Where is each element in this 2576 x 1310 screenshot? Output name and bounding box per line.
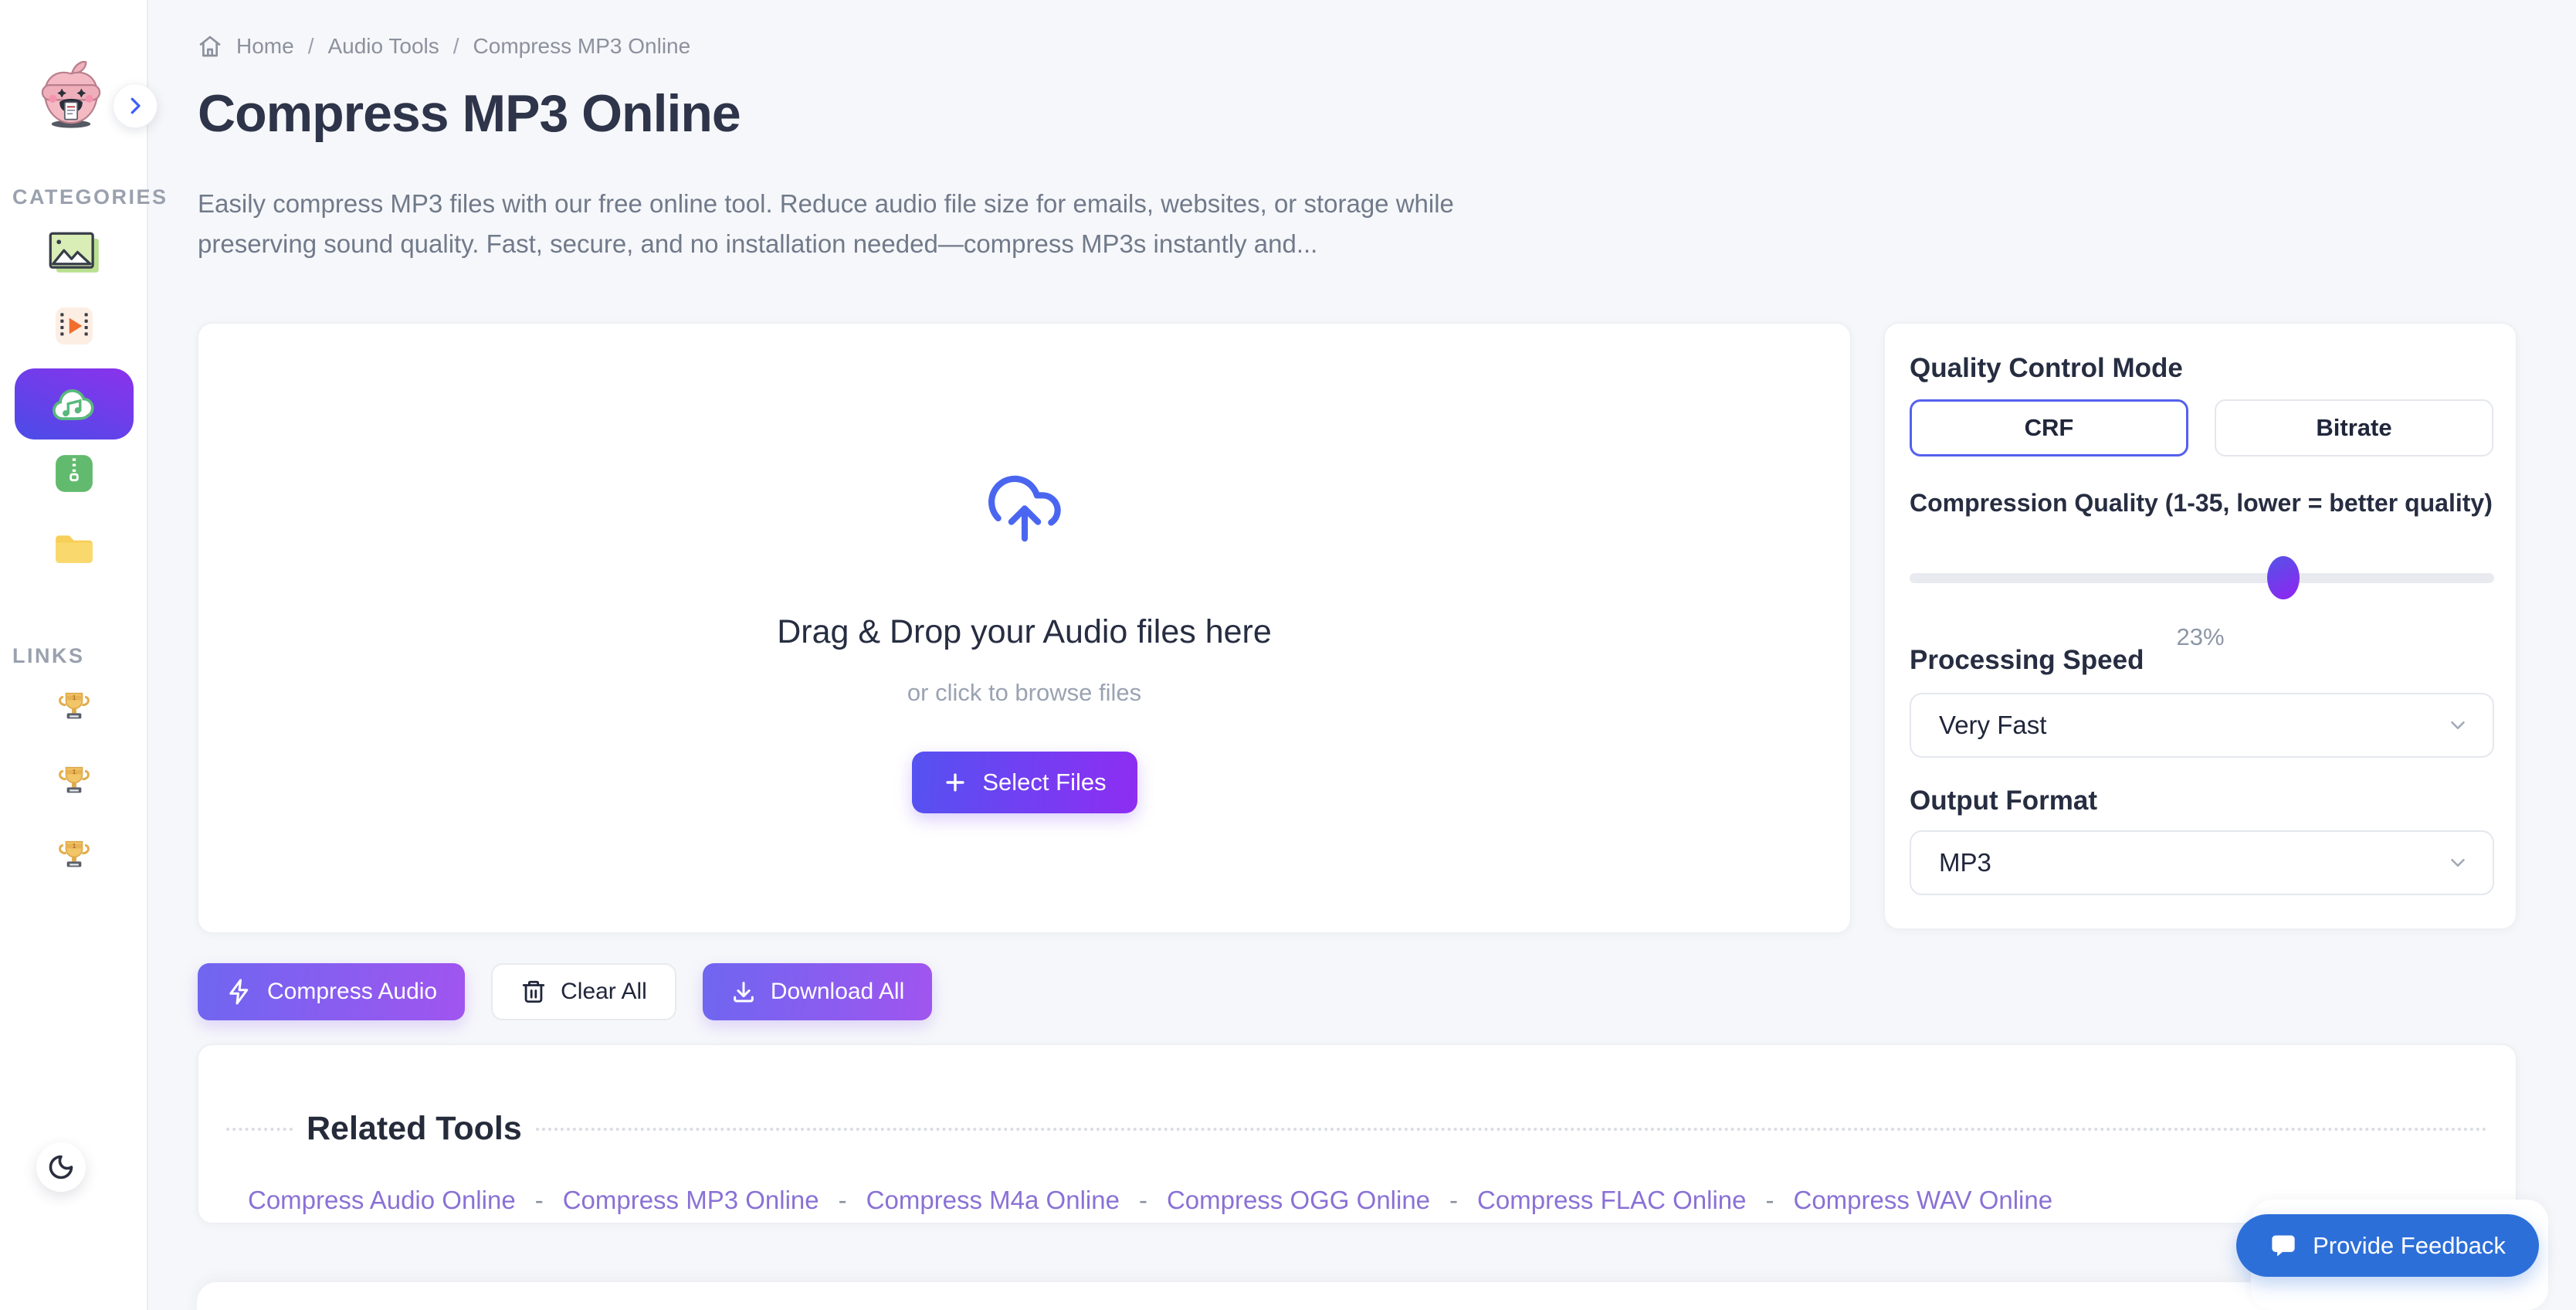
main-content: Home / Audio Tools / Compress MP3 Online… xyxy=(150,0,2576,1310)
select-files-button[interactable]: Select Files xyxy=(912,752,1137,813)
compression-quality-label: Compression Quality (1-35, lower = bette… xyxy=(1910,489,2493,518)
archive-icon xyxy=(55,454,93,493)
compression-quality-slider[interactable] xyxy=(1910,556,2494,599)
sidebar-item-archive-tools[interactable] xyxy=(0,454,148,493)
breadcrumb-separator: / xyxy=(308,34,314,59)
video-icon xyxy=(55,307,93,345)
chevron-down-icon xyxy=(2446,851,2469,874)
link-separator: - xyxy=(839,1186,847,1215)
sidebar-link-3[interactable]: 1 xyxy=(0,839,148,870)
breadcrumb-home[interactable]: Home xyxy=(236,34,294,59)
related-link-compress-ogg[interactable]: Compress OGG Online xyxy=(1167,1186,1430,1215)
related-tools-heading: Related Tools xyxy=(307,1110,522,1148)
select-files-label: Select Files xyxy=(982,769,1106,796)
divider xyxy=(536,1128,2488,1131)
download-all-label: Download All xyxy=(771,979,904,1005)
quality-mode-segmented-control: CRF Bitrate xyxy=(1910,399,2494,456)
processing-speed-select[interactable]: Very Fast xyxy=(1910,693,2494,758)
dark-mode-toggle[interactable] xyxy=(36,1142,86,1192)
related-tools-links: Compress Audio Online - Compress MP3 Onl… xyxy=(248,1186,2052,1215)
breadcrumb-audio-tools[interactable]: Audio Tools xyxy=(327,34,439,59)
related-link-compress-mp3[interactable]: Compress MP3 Online xyxy=(563,1186,819,1215)
download-icon xyxy=(730,979,757,1005)
bitrate-mode-button[interactable]: Bitrate xyxy=(2215,399,2493,456)
trophy-icon: 1 xyxy=(58,839,90,870)
processing-speed-value: Very Fast xyxy=(1939,711,2046,740)
cloud-upload-icon xyxy=(979,469,1070,548)
svg-text:1: 1 xyxy=(73,843,76,850)
related-link-compress-flac[interactable]: Compress FLAC Online xyxy=(1477,1186,1746,1215)
sidebar-link-2[interactable]: 1 xyxy=(0,765,148,796)
sidebar-item-video-tools[interactable] xyxy=(0,307,148,345)
chevron-down-icon xyxy=(2446,714,2469,737)
sidebar-item-file-tools[interactable] xyxy=(0,531,148,565)
links-label: LINKS xyxy=(12,644,167,668)
svg-text:1: 1 xyxy=(73,694,76,701)
quality-control-mode-label: Quality Control Mode xyxy=(1910,353,2183,384)
crf-mode-button[interactable]: CRF xyxy=(1910,399,2188,456)
trash-icon xyxy=(520,979,547,1005)
provide-feedback-label: Provide Feedback xyxy=(2313,1232,2506,1260)
link-separator: - xyxy=(535,1186,544,1215)
download-all-button[interactable]: Download All xyxy=(703,963,932,1020)
breadcrumb-current: Compress MP3 Online xyxy=(473,34,691,59)
page-description: Easily compress MP3 files with our free … xyxy=(198,184,1456,264)
trophy-icon: 1 xyxy=(58,691,90,721)
folder-icon xyxy=(53,531,95,565)
chevron-right-icon xyxy=(124,94,147,117)
sidebar: CATEGORIES xyxy=(0,0,148,1310)
provide-feedback-button[interactable]: Provide Feedback xyxy=(2236,1214,2539,1277)
dropzone-subtitle: or click to browse files xyxy=(907,679,1141,707)
action-bar: Compress Audio Clear All Download All xyxy=(198,963,932,1020)
dropzone-card[interactable]: Drag & Drop your Audio files here or cli… xyxy=(197,322,1852,934)
home-icon xyxy=(198,34,222,59)
audio-cloud-icon xyxy=(50,386,98,423)
related-link-compress-wav[interactable]: Compress WAV Online xyxy=(1794,1186,2053,1215)
processing-speed-label: Processing Speed xyxy=(1910,645,2144,676)
categories-label: CATEGORIES xyxy=(12,185,167,209)
divider xyxy=(226,1128,293,1131)
plus-icon xyxy=(942,769,968,796)
lightning-icon xyxy=(225,978,253,1006)
breadcrumb-separator: / xyxy=(453,34,459,59)
clear-all-button[interactable]: Clear All xyxy=(491,963,676,1020)
breadcrumb: Home / Audio Tools / Compress MP3 Online xyxy=(198,34,690,59)
related-tools-card: Related Tools Compress Audio Online - Co… xyxy=(197,1044,2517,1224)
speech-bubble-icon xyxy=(2269,1232,2297,1260)
output-format-select[interactable]: MP3 xyxy=(1910,830,2494,895)
slider-track[interactable] xyxy=(1910,573,2494,583)
svg-text:1: 1 xyxy=(73,769,76,775)
related-link-compress-m4a[interactable]: Compress M4a Online xyxy=(866,1186,1120,1215)
trophy-icon: 1 xyxy=(58,765,90,796)
related-link-compress-audio[interactable]: Compress Audio Online xyxy=(248,1186,516,1215)
sidebar-link-1[interactable]: 1 xyxy=(0,691,148,721)
dropzone-title: Drag & Drop your Audio files here xyxy=(777,613,1272,651)
settings-panel: Quality Control Mode CRF Bitrate Compres… xyxy=(1883,322,2517,930)
moon-icon xyxy=(47,1153,75,1181)
output-format-label: Output Format xyxy=(1910,786,2097,816)
clear-all-label: Clear All xyxy=(561,979,647,1005)
compress-audio-button[interactable]: Compress Audio xyxy=(198,963,465,1020)
slider-thumb[interactable] xyxy=(2267,556,2300,599)
image-icon xyxy=(48,232,100,274)
apple-mascot-icon xyxy=(31,59,111,130)
page-title: Compress MP3 Online xyxy=(198,83,741,144)
next-section-card xyxy=(197,1282,2517,1310)
compress-audio-label: Compress Audio xyxy=(267,979,437,1005)
link-separator: - xyxy=(1449,1186,1458,1215)
sidebar-item-image-tools[interactable] xyxy=(0,232,148,274)
link-separator: - xyxy=(1766,1186,1774,1215)
compress-mp3-page: CATEGORIES xyxy=(0,0,2576,1310)
output-format-value: MP3 xyxy=(1939,848,1991,877)
sidebar-collapse-button[interactable] xyxy=(113,83,158,128)
app-logo[interactable] xyxy=(31,59,111,130)
sidebar-item-audio-tools-active[interactable] xyxy=(15,368,134,439)
link-separator: - xyxy=(1139,1186,1147,1215)
